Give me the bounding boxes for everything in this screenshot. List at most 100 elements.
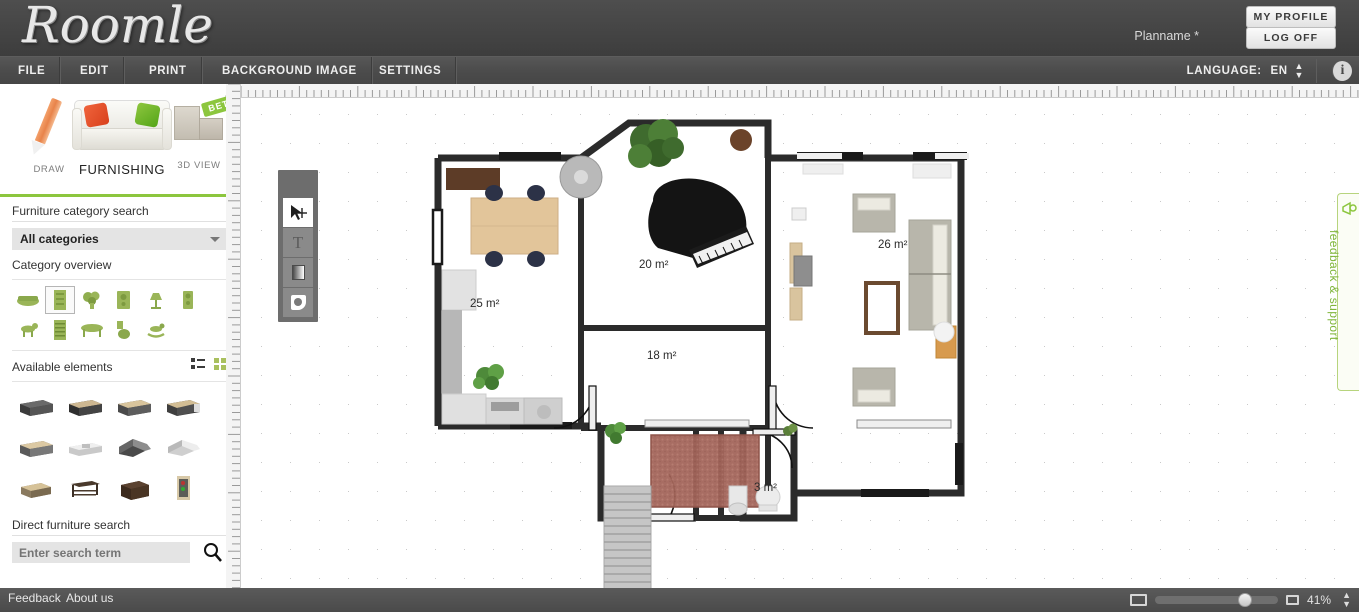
category-rockinghorse[interactable] [141,316,171,344]
feedback-support-tab[interactable]: feedback & support [1327,193,1359,391]
category-table[interactable] [77,316,107,344]
available-elements-panel [12,381,239,508]
category-speaker[interactable] [109,286,139,314]
tool-rectangle[interactable] [283,258,313,287]
language-selector[interactable]: LANGUAGE: EN ▲ ▼ [1187,57,1304,85]
divider [12,535,228,536]
search-row [12,542,228,563]
category-grid [12,285,208,345]
element-corner-unit[interactable] [110,426,159,467]
search-input[interactable] [12,542,190,563]
vertical-ruler[interactable] [226,83,241,589]
feedback-support-label: feedback & support [1327,230,1341,341]
category-tower[interactable] [173,286,203,314]
element-console-table[interactable] [61,467,110,508]
text-icon: T [292,232,304,252]
language-label: LANGUAGE: [1186,65,1262,77]
element-sideboard-wood[interactable] [110,385,159,426]
my-profile-button[interactable]: MY PROFILE [1246,6,1336,28]
horizontal-ruler[interactable] [240,84,1359,98]
element-shelf-white[interactable] [61,426,110,467]
floorplan-drawing [431,119,969,588]
area-label-dining: 25 m² [470,298,500,310]
available-elements-label: Available elements [12,360,113,374]
zoom-slider[interactable] [1155,593,1279,607]
available-elements-header: Available elements [0,351,240,379]
menu-edit[interactable]: EDIT [66,57,124,85]
element-sideboard-open[interactable] [61,385,110,426]
element-corner-shelf[interactable] [159,426,208,467]
roomle-logo: Roomle [22,0,213,54]
category-plant[interactable] [77,286,107,314]
megaphone-icon [1342,201,1357,216]
plan-name[interactable]: Planname * [1134,29,1199,43]
view-toggle-group [191,357,228,370]
category-select-value: All categories [20,232,99,246]
chevron-updown-icon[interactable]: ▲ ▼ [1294,61,1304,80]
tool-text[interactable]: T [283,228,313,257]
elements-grid [12,385,208,508]
tool-select-move[interactable] [283,198,313,227]
category-sofa[interactable] [13,286,43,314]
element-dresser-oak[interactable] [12,467,61,508]
category-overview-panel [12,279,239,356]
element-sideboard-light[interactable] [12,426,61,467]
language-value: EN [1270,65,1288,77]
menu-print[interactable]: PRINT [135,57,202,85]
mode-3dview[interactable]: BETA 3D VIEW [168,92,244,171]
menu-file[interactable]: FILE [4,57,61,85]
area-label-bathroom: 3 m² [754,482,777,494]
footer-feedback-link[interactable]: Feedback [8,591,61,605]
screen-small-icon[interactable] [1286,595,1300,605]
footer-about-link[interactable]: About us [66,591,113,605]
log-off-button[interactable]: LOG OFF [1246,27,1336,49]
status-bar: Feedback About us 41% ▲ ▼ [0,588,1359,612]
zoom-slider-knob[interactable] [1238,593,1253,607]
category-shelf[interactable] [45,286,75,314]
element-cabinet-brown[interactable] [110,467,159,508]
zoom-value: 41% [1307,593,1332,607]
cursor-move-icon [291,204,307,220]
category-select[interactable]: All categories [12,228,228,250]
category-bookcase[interactable] [45,316,75,344]
area-label-music: 20 m² [639,259,669,271]
main-menu-bar: FILE EDIT PRINT BACKGROUND IMAGE SETTING… [0,56,1359,85]
category-lamp[interactable] [141,286,171,314]
mode-furnishing-label: FURNISHING [79,162,165,177]
direct-furniture-search-label: Direct furniture search [12,518,131,532]
menu-settings[interactable]: SETTINGS [365,57,457,85]
ruler-ticks-vertical [228,83,240,589]
divider [12,221,228,222]
sofa-icon [72,92,172,160]
element-sideboard-dark[interactable] [12,385,61,426]
stamp-icon [290,295,306,310]
list-view-icon[interactable] [191,357,205,369]
mode-furnishing[interactable]: FURNISHING [70,92,174,177]
area-label-living: 26 m² [878,239,908,251]
element-cabinet-drawers[interactable] [159,385,208,426]
area-label-hallway: 18 m² [647,350,677,362]
magnifier-icon[interactable] [202,542,224,568]
screen-large-icon[interactable] [1130,594,1148,606]
ruler-ticks-horizontal [240,86,1359,97]
menu-divider [1316,59,1317,83]
tool-stamp[interactable] [283,288,313,317]
element-tall-cabinet[interactable] [159,467,208,508]
pencil-icon [21,92,77,162]
zoom-stepper-icon[interactable]: ▲ ▼ [1342,591,1351,609]
left-sidebar: DRAW FURNISHING BETA 3D VIEW Furniture c… [0,84,244,588]
floorplan-canvas[interactable]: 25 m² 20 m² 26 m² 18 m² 3 m² T [241,98,1359,588]
rectangle-icon [291,265,305,280]
active-mode-underline [0,194,241,197]
canvas-toolbar: T [278,170,318,322]
menu-background-image[interactable]: BACKGROUND IMAGE [208,57,372,85]
mode-3dview-label: 3D VIEW [177,160,221,171]
app-header: Roomle Planname * MY PROFILE LOG OFF [0,0,1359,56]
category-toilet[interactable] [109,316,139,344]
category-pet[interactable] [13,316,43,344]
furniture-category-search-label: Furniture category search [12,204,149,218]
category-overview-label: Category overview [12,258,112,272]
zoom-controls: 41% ▲ ▼ [1130,591,1351,609]
mode-switcher: DRAW FURNISHING BETA 3D VIEW [0,84,244,197]
info-icon[interactable]: i [1332,61,1352,81]
